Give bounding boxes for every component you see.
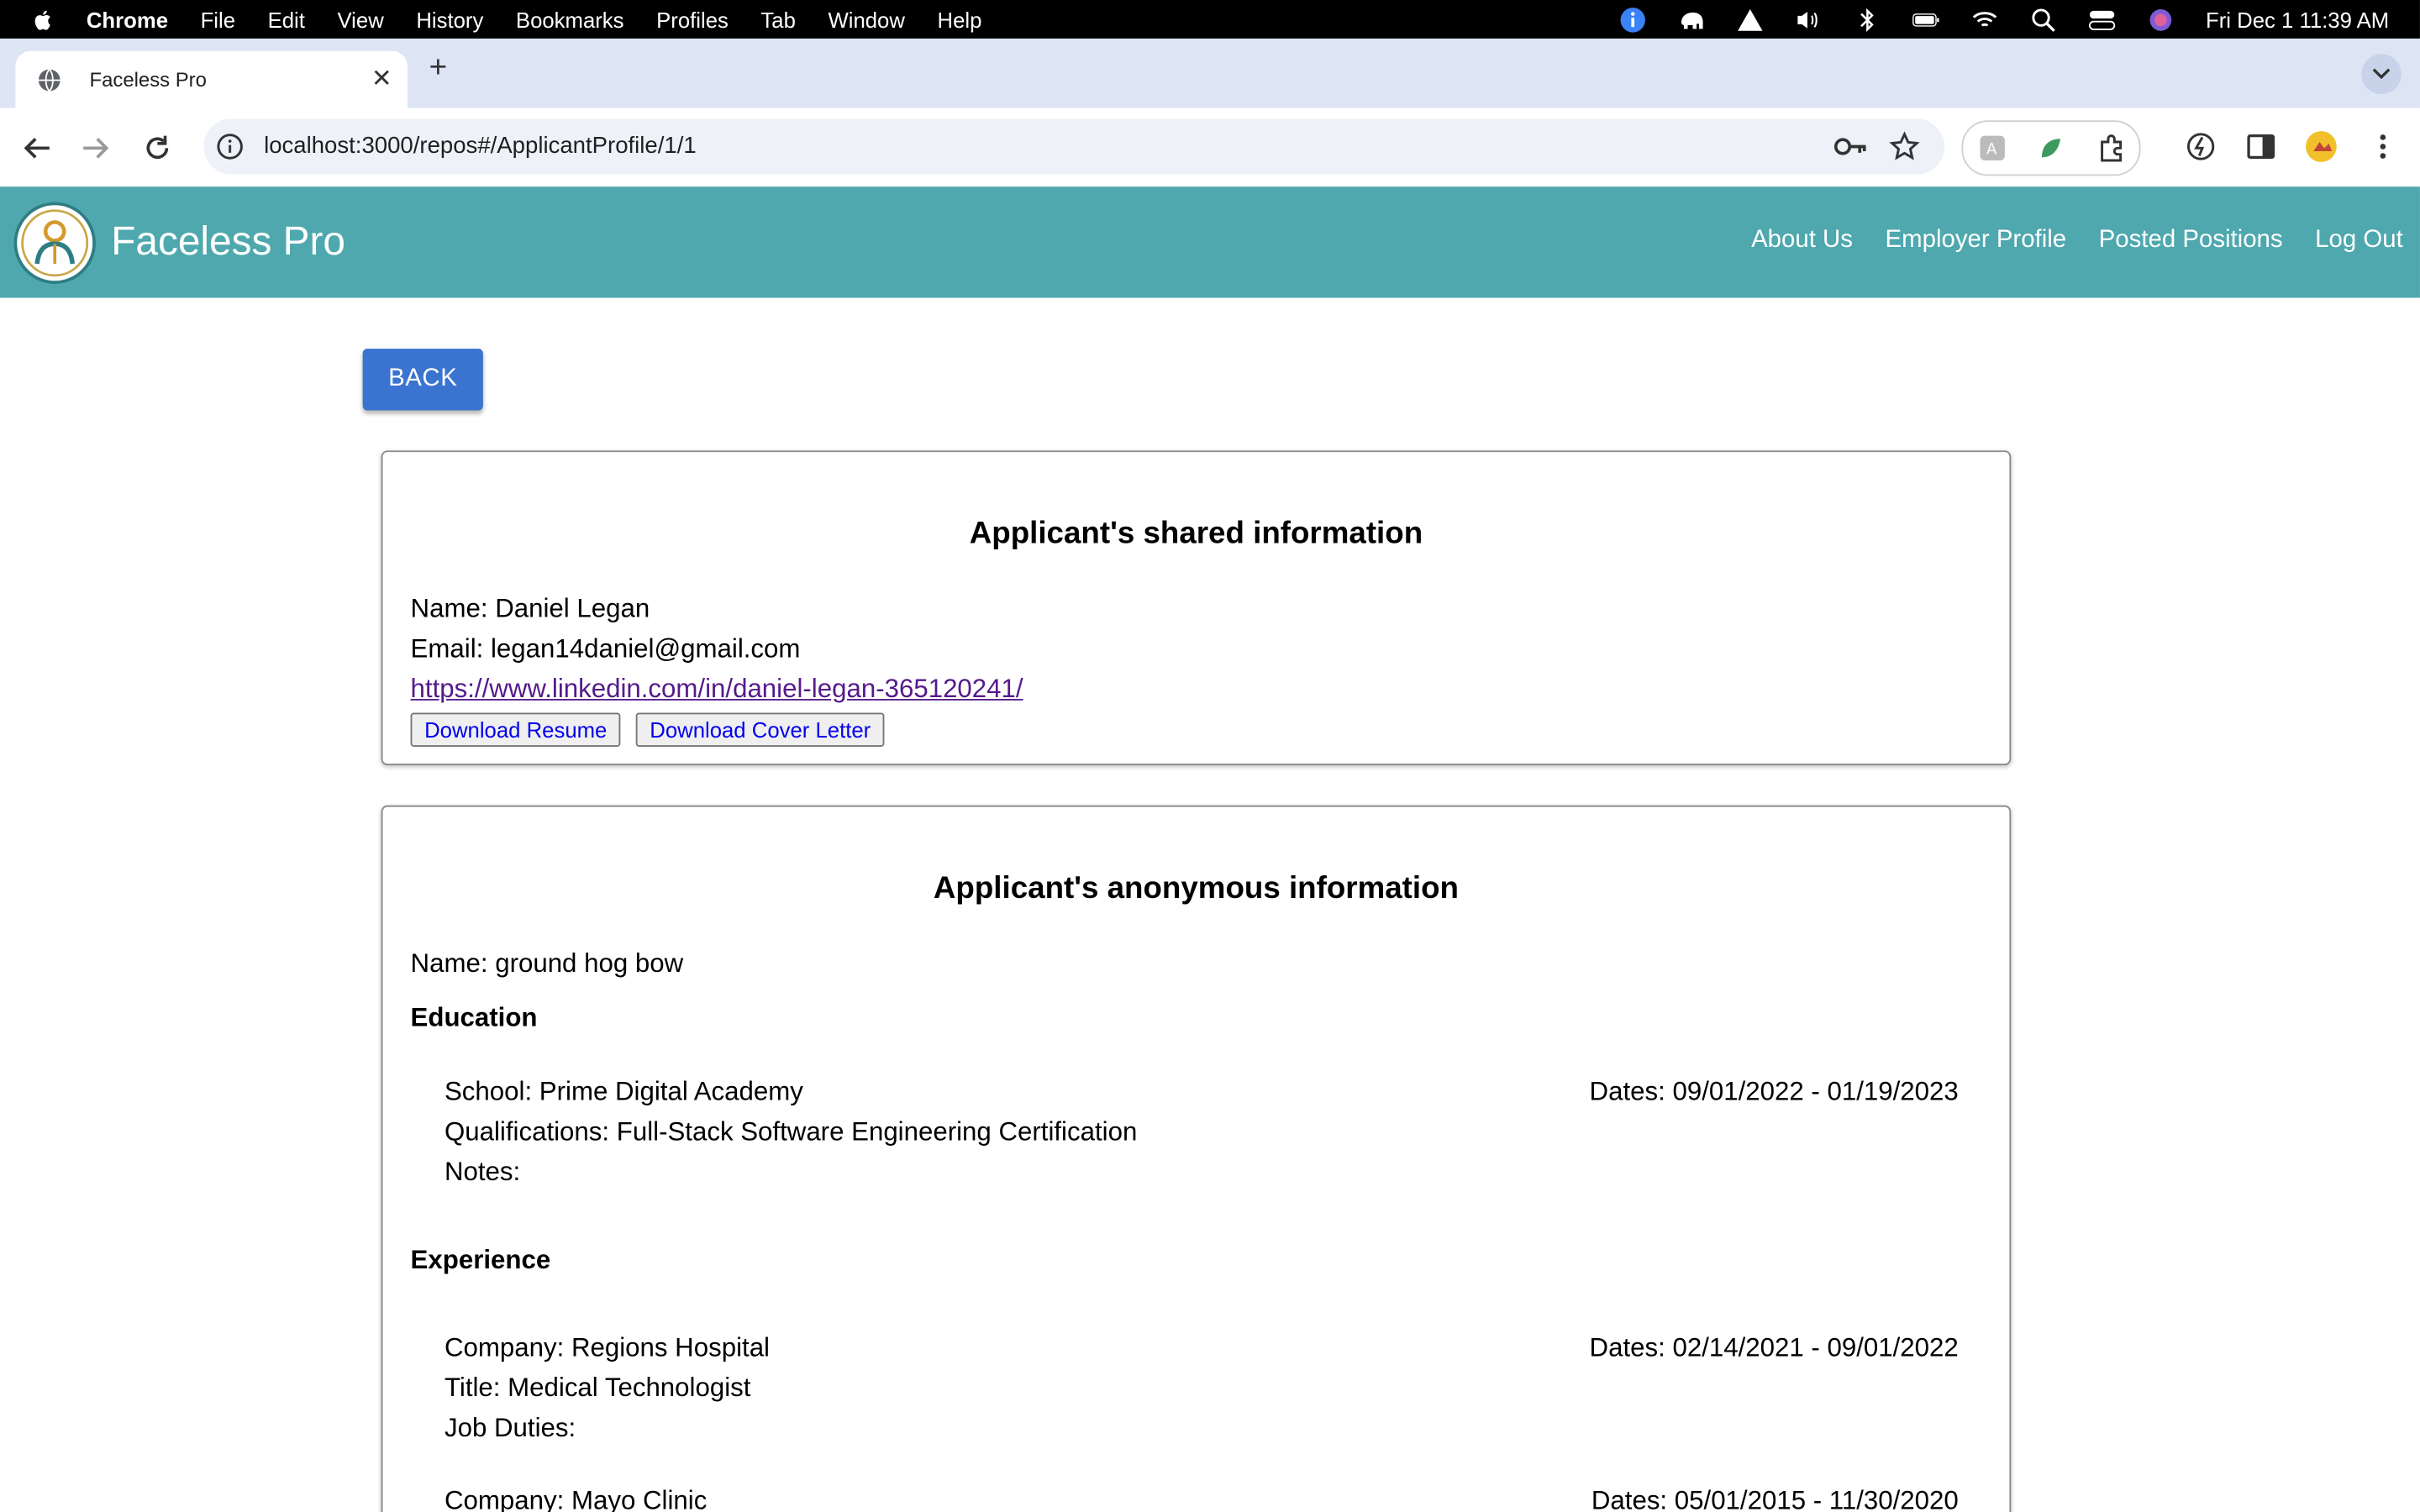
linkedin-link[interactable]: https://www.linkedin.com/in/daniel-legan… bbox=[411, 675, 1023, 706]
browser-tab-strip: Faceless Pro ✕ + bbox=[0, 38, 2420, 108]
menu-view[interactable]: View bbox=[337, 7, 383, 31]
anonymous-name: Name: ground hog bow bbox=[410, 948, 684, 979]
side-panel-icon[interactable] bbox=[2244, 129, 2278, 163]
nav-log-out[interactable]: Log Out bbox=[2315, 227, 2403, 255]
back-arrow-icon[interactable] bbox=[18, 129, 55, 166]
menu-tab[interactable]: Tab bbox=[760, 7, 795, 31]
spotlight-search-icon[interactable] bbox=[2030, 8, 2058, 31]
download-cover-letter-button[interactable]: Download Cover Letter bbox=[635, 712, 885, 747]
password-key-icon[interactable] bbox=[1833, 133, 1867, 160]
profile-avatar-icon[interactable] bbox=[2304, 129, 2338, 163]
extension-a-icon[interactable]: A bbox=[1975, 131, 2009, 165]
menu-file[interactable]: File bbox=[201, 7, 235, 31]
chrome-menu-icon[interactable] bbox=[2366, 129, 2400, 163]
experience-heading: Experience bbox=[410, 1245, 551, 1275]
download-resume-button[interactable]: Download Resume bbox=[410, 712, 621, 747]
menubar-clock[interactable]: Fri Dec 1 11:39 AM bbox=[2206, 7, 2389, 31]
shared-info-title: Applicant's shared information bbox=[969, 517, 1423, 551]
anonymous-info-title: Applicant's anonymous information bbox=[933, 871, 1459, 906]
education-heading: Education bbox=[410, 1002, 538, 1032]
tab-title: Faceless Pro bbox=[89, 67, 207, 92]
new-tab-icon[interactable]: + bbox=[429, 51, 447, 87]
wifi-icon[interactable] bbox=[1971, 8, 1999, 30]
menu-chrome[interactable]: Chrome bbox=[87, 7, 168, 31]
address-bar[interactable]: localhost:3000/repos#/ApplicantProfile/1… bbox=[203, 118, 1945, 175]
menu-edit[interactable]: Edit bbox=[268, 7, 305, 31]
browser-tab[interactable]: Faceless Pro ✕ bbox=[15, 50, 408, 108]
education-school: School: Prime Digital Academy bbox=[444, 1077, 803, 1106]
macos-menu-bar: Chrome File Edit View History Bookmarks … bbox=[0, 0, 2420, 39]
nav-posted-positions[interactable]: Posted Positions bbox=[2099, 227, 2283, 255]
svg-text:A: A bbox=[1986, 141, 1997, 159]
tab-search-chevron-icon[interactable] bbox=[2361, 54, 2402, 95]
education-qualifications: Qualifications: Full-Stack Software Engi… bbox=[444, 1116, 1138, 1147]
url-text[interactable]: localhost:3000/repos#/ApplicantProfile/1… bbox=[264, 133, 697, 159]
bluetooth-icon[interactable] bbox=[1854, 7, 1881, 32]
globe-icon bbox=[38, 69, 60, 92]
experience-dates: Dates: 05/01/2015 - 11/30/2020 bbox=[1591, 1485, 1959, 1512]
extension-leaf-icon[interactable] bbox=[2034, 131, 2068, 165]
menu-history[interactable]: History bbox=[416, 7, 483, 31]
browser-toolbar: localhost:3000/repos#/ApplicantProfile/1… bbox=[0, 108, 2420, 189]
education-notes: Notes: bbox=[444, 1157, 521, 1187]
apple-logo-icon[interactable] bbox=[31, 7, 55, 31]
performance-icon[interactable] bbox=[2184, 129, 2217, 163]
brand-title[interactable]: Faceless Pro bbox=[111, 218, 345, 265]
close-tab-icon[interactable]: ✕ bbox=[371, 63, 392, 94]
education-dates: Dates: 09/01/2022 - 01/19/2023 bbox=[1589, 1077, 1959, 1106]
applicant-email: Email: legan14daniel@gmail.com bbox=[410, 633, 801, 664]
volume-icon[interactable] bbox=[1795, 8, 1823, 30]
experience-company: Company: Regions Hospital bbox=[444, 1332, 770, 1362]
menu-help[interactable]: Help bbox=[938, 7, 982, 31]
puzzle-extensions-icon[interactable] bbox=[2096, 131, 2129, 165]
reload-icon[interactable] bbox=[139, 129, 176, 166]
nav-about-us[interactable]: About Us bbox=[1751, 227, 1853, 255]
drive-icon[interactable] bbox=[1737, 8, 1765, 30]
shared-info-card: Applicant's shared information Name: Dan… bbox=[381, 450, 2012, 766]
experience-dates: Dates: 02/14/2021 - 09/01/2022 bbox=[1589, 1332, 1959, 1362]
menu-profiles[interactable]: Profiles bbox=[656, 7, 729, 31]
experience-duties: Job Duties: bbox=[444, 1413, 576, 1443]
applicant-name: Name: Daniel Legan bbox=[410, 594, 650, 624]
extensions-group: A bbox=[1961, 120, 2141, 176]
siri-icon[interactable] bbox=[2147, 8, 2175, 30]
back-button[interactable]: BACK bbox=[362, 349, 483, 411]
app-header: Faceless Pro About Us Employer Profile P… bbox=[0, 186, 2420, 298]
elephant-app-icon[interactable] bbox=[1678, 8, 1706, 30]
bookmark-star-icon[interactable] bbox=[1889, 131, 1920, 162]
experience-title: Title: Medical Technologist bbox=[444, 1373, 751, 1403]
forward-arrow-icon[interactable] bbox=[77, 129, 114, 166]
experience-company: Company: Mayo Clinic bbox=[444, 1485, 708, 1512]
menu-bookmarks[interactable]: Bookmarks bbox=[516, 7, 624, 31]
nav-employer-profile[interactable]: Employer Profile bbox=[1886, 227, 2067, 255]
control-center-icon[interactable] bbox=[2088, 8, 2116, 30]
faceless-pro-logo-icon[interactable] bbox=[13, 202, 96, 284]
anonymous-info-card: Applicant's anonymous information Name: … bbox=[381, 805, 2012, 1512]
site-info-icon[interactable] bbox=[216, 133, 244, 160]
info-status-icon[interactable] bbox=[1619, 7, 1647, 32]
menu-window[interactable]: Window bbox=[828, 7, 904, 31]
battery-icon[interactable] bbox=[1912, 8, 1940, 30]
